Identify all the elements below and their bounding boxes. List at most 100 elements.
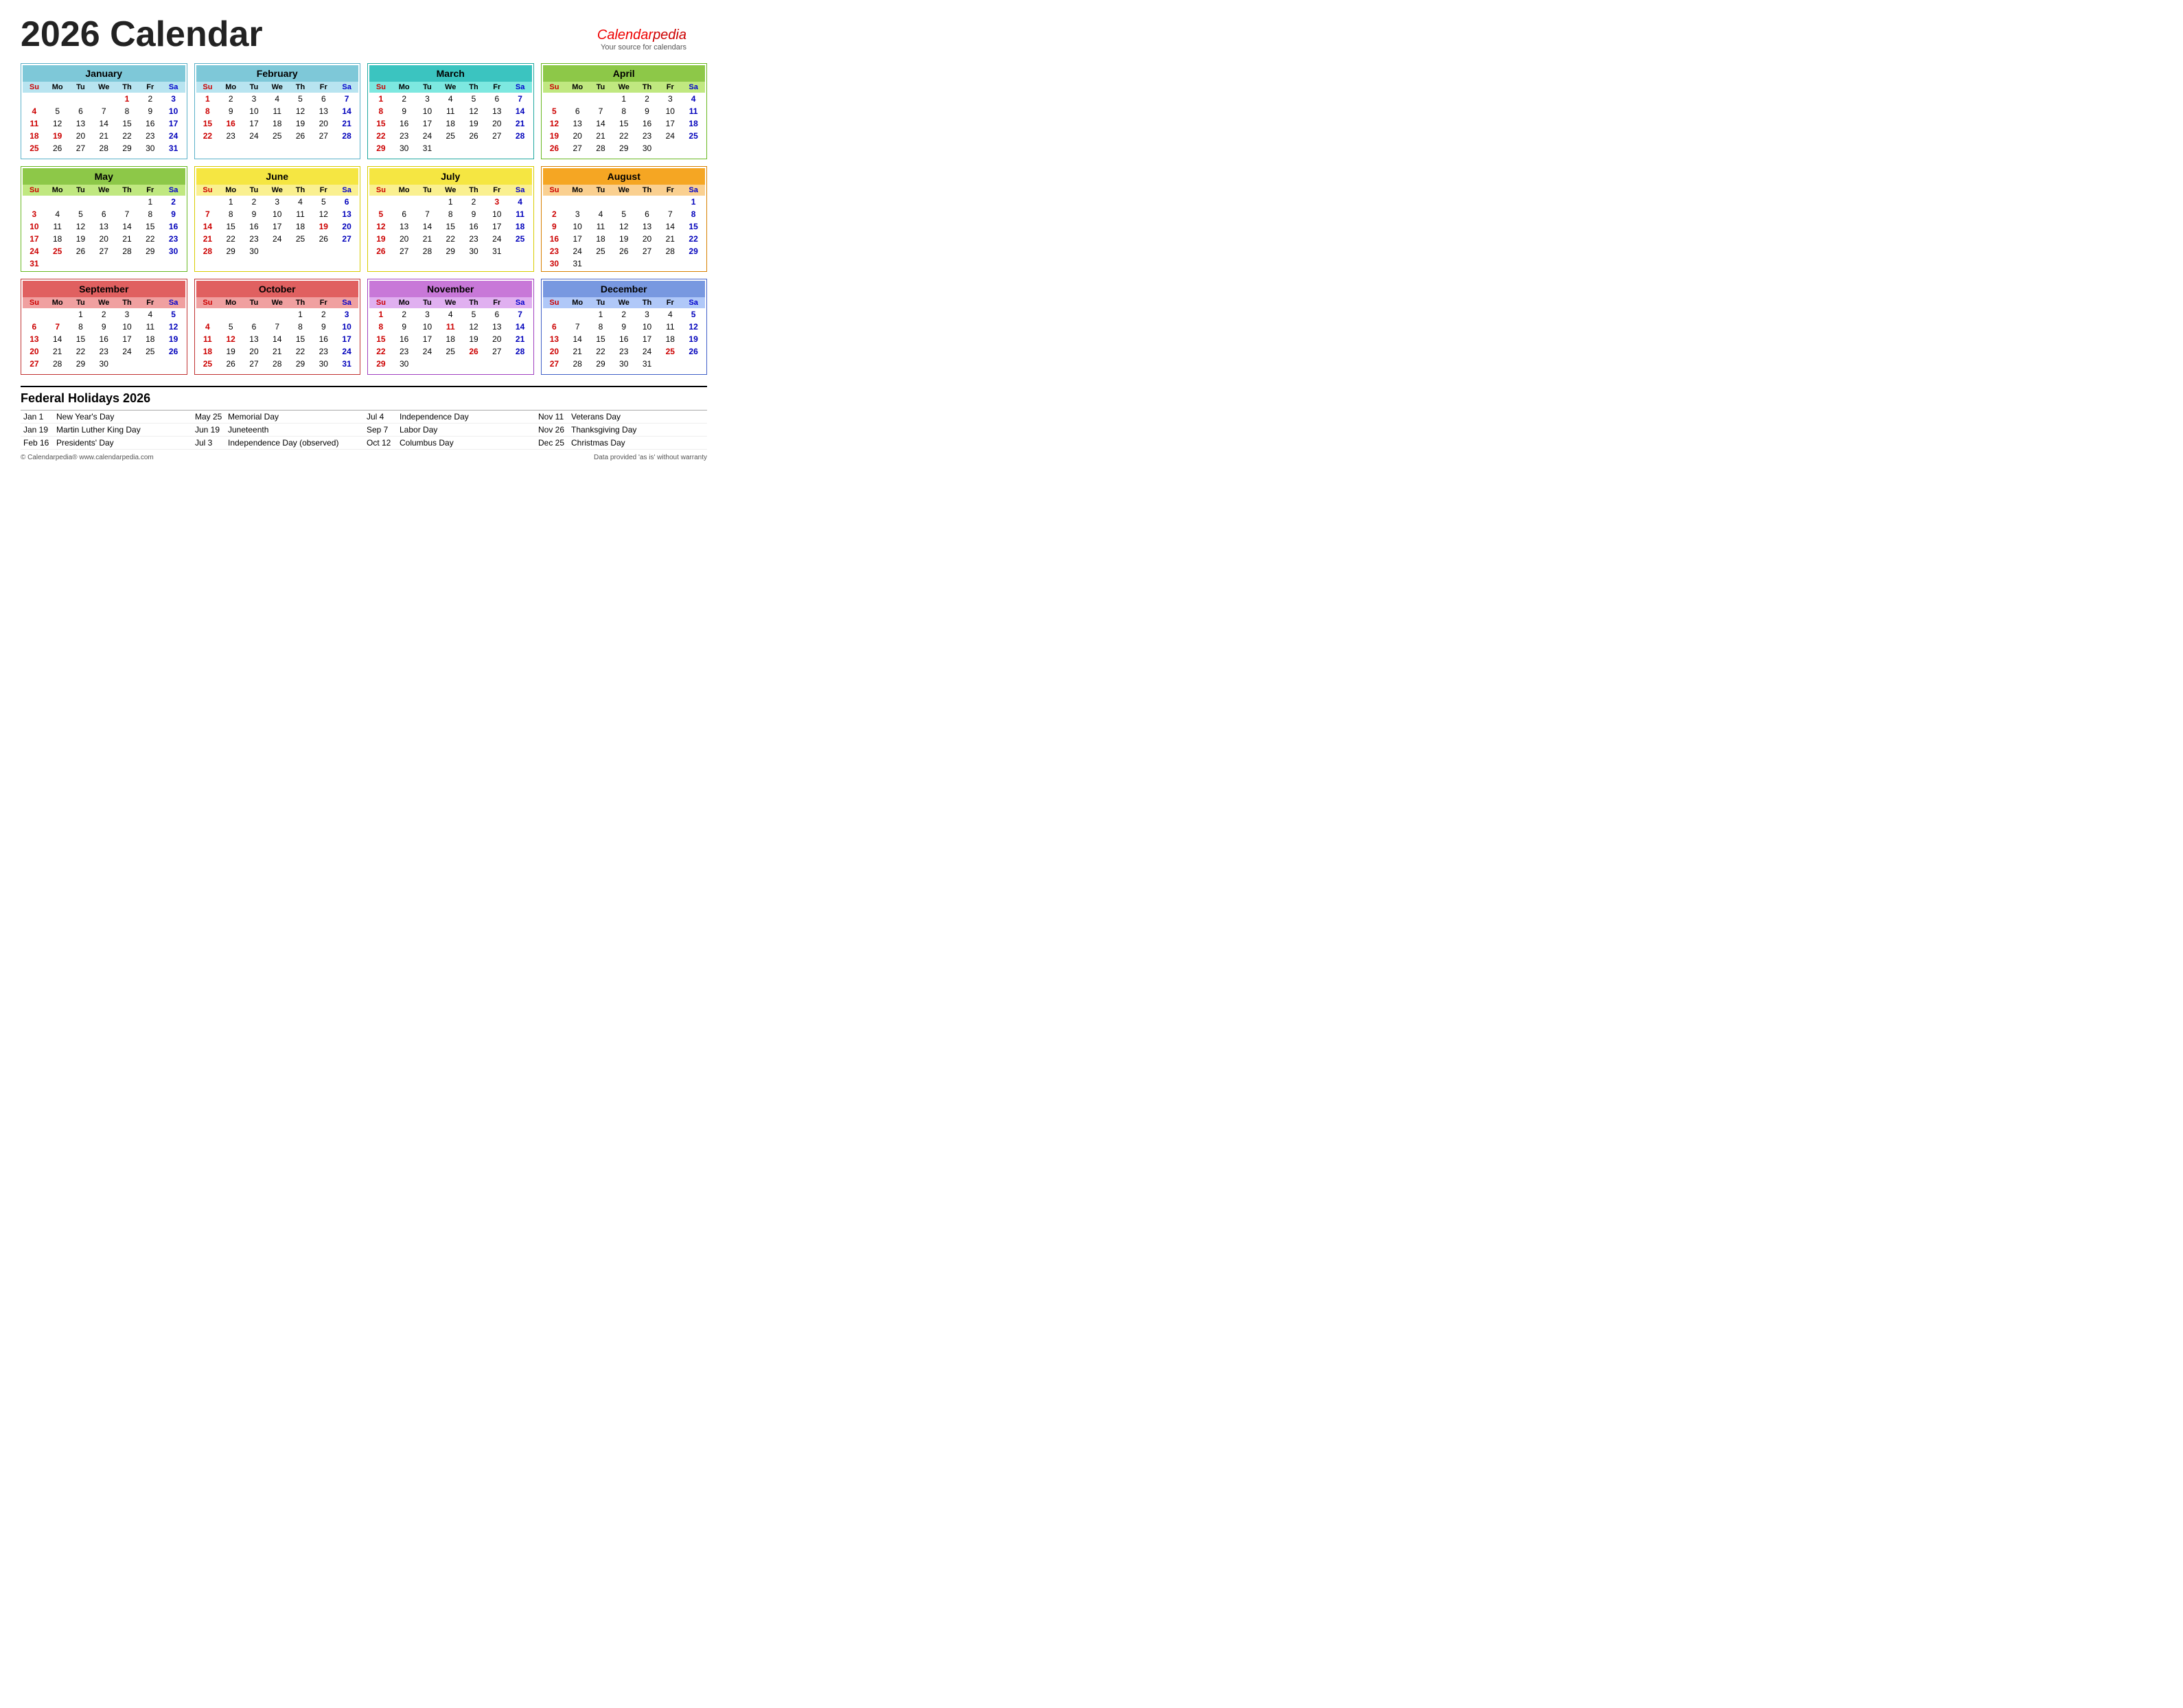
calendar-day (369, 257, 393, 260)
calendar-day: 6 (485, 308, 509, 321)
month-header-may: May (23, 168, 185, 185)
holidays-section: Federal Holidays 2026 Jan 1New Year's Da… (21, 386, 707, 450)
calendar-day: 31 (416, 142, 439, 154)
calendar-day (219, 145, 242, 148)
calendar-day: 22 (139, 233, 162, 245)
calendar-day: 28 (196, 245, 220, 257)
calendar-day: 29 (219, 245, 242, 257)
calendar-day: 6 (335, 196, 358, 208)
calendar-day (23, 196, 46, 208)
calendar-day: 3 (485, 196, 509, 208)
calendar-day: 24 (115, 345, 139, 358)
calendar-day: 24 (266, 233, 289, 245)
footer-left: © Calendarpedia® www.calendarpedia.com (21, 454, 154, 461)
dow-tu: Tu (242, 185, 266, 196)
month-february: FebruarySuMoTuWeThFrSa123456789101112131… (194, 63, 361, 159)
calendar-day: 19 (46, 130, 69, 142)
calendar-day: 23 (636, 130, 659, 142)
calendar-day (589, 154, 612, 157)
dow-sa: Sa (162, 297, 185, 308)
dow-sa: Sa (682, 82, 705, 93)
dow-we: We (612, 297, 636, 308)
holiday-item: Jun 19Juneteenth (192, 424, 364, 437)
calendar-day (636, 370, 659, 373)
calendar-day (335, 257, 358, 260)
calendar-day: 5 (612, 208, 636, 220)
dow-mo: Mo (46, 82, 69, 93)
calendar-day: 29 (115, 142, 139, 154)
brand-sub: Your source for calendars (597, 43, 686, 51)
holiday-name: Thanksgiving Day (571, 425, 636, 435)
calendar-day: 2 (612, 308, 636, 321)
calendar-day (289, 145, 312, 148)
calendar-day (219, 257, 242, 260)
calendar-day: 5 (69, 208, 93, 220)
calendar-day (115, 154, 139, 157)
calendar-day: 5 (162, 308, 185, 321)
calendar-day: 14 (509, 105, 532, 117)
holiday-item: Sep 7Labor Day (364, 424, 535, 437)
calendar-day: 18 (439, 333, 462, 345)
calendar-day (636, 196, 659, 208)
calendar-day (92, 93, 115, 105)
month-march: MarchSuMoTuWeThFrSa123456789101112131415… (367, 63, 534, 159)
dow-we: We (439, 185, 462, 196)
calendar-day: 1 (219, 196, 242, 208)
calendar-day: 10 (485, 208, 509, 220)
calendar-day (566, 93, 589, 105)
calendar-day: 25 (46, 245, 69, 257)
dow-su: Su (543, 82, 566, 93)
dow-th: Th (115, 297, 139, 308)
dow-we: We (612, 185, 636, 196)
calendar-day: 24 (416, 345, 439, 358)
calendar-day: 21 (509, 117, 532, 130)
holiday-col-3: Jul 4Independence DaySep 7Labor DayOct 1… (364, 411, 535, 450)
dow-th: Th (289, 185, 312, 196)
calendar-day: 24 (566, 245, 589, 257)
calendar-day: 19 (162, 333, 185, 345)
holiday-date: Dec 25 (538, 438, 566, 448)
calendar-day: 2 (139, 93, 162, 105)
calendar-day: 27 (566, 142, 589, 154)
calendar-day: 22 (369, 130, 393, 142)
calendar-day: 22 (196, 130, 220, 142)
footer-right: Data provided 'as is' without warranty (594, 454, 707, 461)
calendar-day: 16 (393, 333, 416, 345)
dow-fr: Fr (658, 82, 682, 93)
holiday-date: Jul 4 (367, 412, 394, 422)
calendar-day (509, 257, 532, 260)
calendar-day: 22 (612, 130, 636, 142)
calendar-day: 15 (439, 220, 462, 233)
calendar-day: 9 (393, 321, 416, 333)
dow-fr: Fr (658, 185, 682, 196)
dow-we: We (439, 297, 462, 308)
calendar-day (636, 257, 659, 270)
month-december: DecemberSuMoTuWeThFrSa123456789101112131… (541, 279, 708, 375)
calendar-day: 29 (69, 358, 93, 370)
calendar-day: 5 (289, 93, 312, 105)
calendar-day: 14 (509, 321, 532, 333)
calendar-day (196, 257, 220, 260)
calendar-day (369, 370, 393, 373)
calendar-day (416, 196, 439, 208)
holiday-name: New Year's Day (56, 412, 114, 422)
calendar-day: 6 (393, 208, 416, 220)
calendar-day (439, 154, 462, 157)
calendar-day: 6 (92, 208, 115, 220)
calendar-day: 23 (543, 245, 566, 257)
calendar-day: 31 (23, 257, 46, 270)
calendar-day: 9 (92, 321, 115, 333)
calendar-day: 25 (139, 345, 162, 358)
calendar-day: 6 (242, 321, 266, 333)
calendar-day (612, 370, 636, 373)
calendar-day: 3 (566, 208, 589, 220)
calendar-day (46, 370, 69, 373)
holiday-item: Jan 1New Year's Day (21, 411, 192, 424)
calendar-day (266, 245, 289, 257)
calendar-day: 10 (242, 105, 266, 117)
calendar-day: 26 (219, 358, 242, 370)
calendar-day: 25 (658, 345, 682, 358)
dow-tu: Tu (69, 82, 93, 93)
calendar-day: 28 (566, 358, 589, 370)
calendar-day: 5 (462, 308, 485, 321)
